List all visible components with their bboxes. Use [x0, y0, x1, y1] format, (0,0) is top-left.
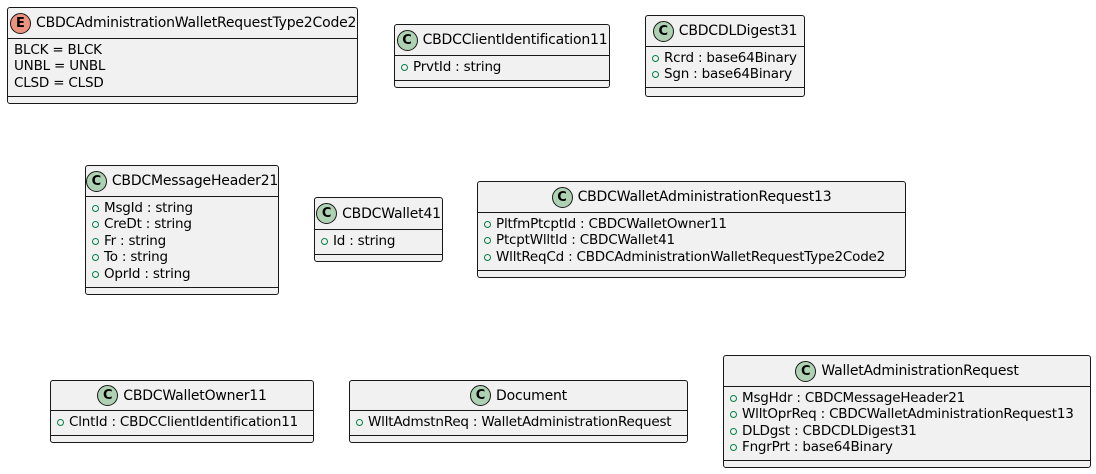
public-visibility-icon [356, 418, 363, 426]
class-fields: ClntId : CBDCClientIdentification11 [51, 411, 313, 436]
class-field: Rcrd : base64Binary [651, 50, 804, 67]
class-fields: MsgId : string CreDt : string Fr : strin… [86, 197, 278, 288]
class-field: FngrPrt : base64Binary [729, 440, 1090, 457]
class-header: C CBDCMessageHeader21 [85, 166, 279, 197]
class-field: MsgId : string [91, 200, 278, 217]
class-field: DLDgst : CBDCDLDigest31 [729, 423, 1090, 440]
enum-header: E CBDCAdministrationWalletRequestType2Co… [8, 8, 357, 39]
class-title: CBDCClientIdentification11 [422, 32, 608, 48]
class-field: PrvtId : string [400, 59, 609, 76]
class-header: C WalletAdministrationRequest [724, 356, 1090, 387]
public-visibility-icon [730, 411, 737, 419]
enum-value: BLCK = BLCK [14, 41, 102, 58]
class-icon: C [316, 203, 338, 224]
public-visibility-icon [652, 71, 659, 79]
class-icon: C [470, 385, 492, 406]
class-title: CBDCWalletOwner11 [123, 387, 267, 404]
message-header-class-box: C CBDCMessageHeader21 MsgId : string Cre… [85, 165, 279, 295]
wallet-admin-request13-class-box: C CBDCWalletAdministrationRequest13 Pltf… [477, 181, 906, 278]
class-header: C CBDCWalletAdministrationRequest13 [478, 182, 905, 213]
class-header: C CBDCWalletOwner11 [51, 381, 313, 411]
class-fields: PrvtId : string [395, 56, 609, 81]
class-field: MsgHdr : CBDCMessageHeader21 [729, 390, 1090, 407]
public-visibility-icon [730, 394, 737, 402]
class-field: Sgn : base64Binary [651, 67, 804, 84]
class-fields: Rcrd : base64Binary Sgn : base64Binary [646, 47, 804, 88]
class-icon: C [551, 186, 573, 208]
wallet-administration-request-class-box: C WalletAdministrationRequest MsgHdr : C… [723, 355, 1091, 468]
class-fields: MsgHdr : CBDCMessageHeader21 WlltOprReq … [724, 387, 1090, 461]
public-visibility-icon [92, 221, 99, 229]
class-title: Document [496, 387, 567, 404]
class-field: Fr : string [91, 233, 278, 250]
enum-value: UNBL = UNBL [14, 58, 106, 74]
class-icon: C [396, 29, 418, 51]
public-visibility-icon [92, 270, 99, 278]
class-title: CBDCDLDigest31 [678, 23, 798, 39]
enum-value: CLSD = CLSD [14, 74, 104, 91]
class-field: To : string [91, 250, 278, 267]
class-icon: C [97, 385, 119, 406]
public-visibility-icon [484, 220, 491, 228]
class-icon: C [795, 360, 817, 382]
class-icon: C [85, 170, 107, 192]
wallet-owner-class-box: C CBDCWalletOwner11 ClntId : CBDCClientI… [50, 380, 314, 443]
class-field: PtcptWlltId : CBDCWallet41 [483, 233, 905, 250]
public-visibility-icon [484, 237, 491, 245]
public-visibility-icon [484, 253, 491, 261]
public-visibility-icon [92, 237, 99, 245]
class-fields: PltfmPtcptId : CBDCWalletOwner11 PtcptWl… [478, 213, 905, 271]
class-field: WlltAdmstnReq : WalletAdministrationRequ… [355, 414, 687, 431]
public-visibility-icon [92, 254, 99, 262]
class-title: WalletAdministrationRequest [821, 363, 1019, 379]
class-field: PltfmPtcptId : CBDCWalletOwner11 [483, 216, 905, 233]
class-field: ClntId : CBDCClientIdentification11 [56, 414, 313, 431]
public-visibility-icon [57, 418, 64, 426]
wallet-class-box: C CBDCWallet41 Id : string [314, 197, 443, 262]
public-visibility-icon [652, 54, 659, 62]
public-visibility-icon [401, 63, 408, 71]
class-title: CBDCWalletAdministrationRequest13 [577, 189, 832, 205]
class-title: CBDCWallet41 [342, 205, 441, 222]
enum-icon: E [10, 12, 31, 34]
class-header: C CBDCWallet41 [315, 198, 442, 230]
public-visibility-icon [92, 204, 99, 212]
enum-title: CBDCAdministrationWalletRequestType2Code… [36, 15, 357, 31]
class-fields: Id : string [315, 230, 442, 255]
class-field: WlltOprReq : CBDCWalletAdministrationReq… [729, 407, 1090, 424]
class-title: CBDCMessageHeader21 [111, 173, 279, 189]
class-header: C CBDCClientIdentification11 [395, 25, 609, 56]
public-visibility-icon [730, 427, 737, 435]
class-field: OprId : string [91, 266, 278, 283]
public-visibility-icon [321, 237, 328, 245]
enum-wallet-request-type-box: E CBDCAdministrationWalletRequestType2Co… [7, 7, 358, 104]
dl-digest-class-box: C CBDCDLDigest31 Rcrd : base64Binary Sgn… [645, 15, 805, 97]
client-identification-class-box: C CBDCClientIdentification11 PrvtId : st… [394, 24, 610, 88]
class-icon: C [652, 20, 674, 42]
class-header: C CBDCDLDigest31 [646, 16, 804, 47]
class-fields: WlltAdmstnReq : WalletAdministrationRequ… [350, 411, 687, 436]
class-header: C Document [350, 381, 687, 411]
class-field: Id : string [320, 233, 442, 250]
enum-values: BLCK = BLCK UNBL = UNBL CLSD = CLSD [8, 39, 357, 97]
document-class-box: C Document WlltAdmstnReq : WalletAdminis… [349, 380, 688, 443]
public-visibility-icon [730, 444, 737, 452]
class-field: WlltReqCd : CBDCAdministrationWalletRequ… [483, 249, 905, 266]
class-field: CreDt : string [91, 217, 278, 234]
